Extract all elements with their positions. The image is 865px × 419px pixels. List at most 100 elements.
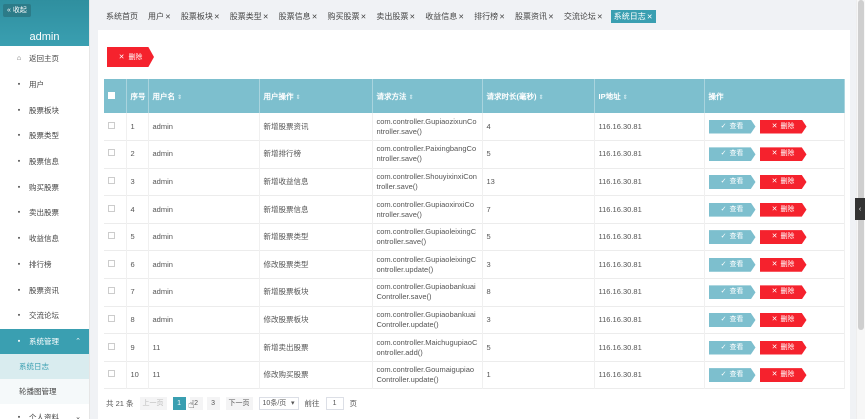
- select-all-checkbox-cell[interactable]: [104, 79, 127, 113]
- row-checkbox-cell[interactable]: [104, 361, 127, 389]
- select-all-checkbox[interactable]: [108, 91, 115, 99]
- close-icon[interactable]: ✕: [312, 14, 318, 21]
- header-method[interactable]: 请求方法 ⇕: [372, 79, 483, 113]
- close-icon[interactable]: ✕: [214, 14, 220, 21]
- goto-page-input[interactable]: 1: [325, 396, 344, 410]
- row-checkbox[interactable]: [108, 314, 115, 322]
- sidebar-item-0[interactable]: ⌂ 返回主页: [0, 46, 89, 72]
- sidebar-item-9[interactable]: ▪ 股票资讯: [0, 277, 89, 303]
- sidebar-item-8[interactable]: ▪ 排行榜: [0, 252, 89, 278]
- sidebar-item-6[interactable]: ▪ 卖出股票: [0, 200, 89, 226]
- tab-6[interactable]: 卖出股票✕: [374, 10, 417, 23]
- sidebar-subitem-0[interactable]: 系统日志: [0, 354, 89, 380]
- delete-button[interactable]: ✕ 删除: [759, 119, 807, 134]
- header-operation[interactable]: 用户操作 ⇕: [259, 79, 373, 113]
- row-checkbox[interactable]: [108, 232, 115, 240]
- row-checkbox-cell[interactable]: [104, 333, 127, 362]
- sidebar-item-10[interactable]: ▪ 交流论坛: [0, 303, 89, 329]
- view-button[interactable]: ✓ 查看: [708, 230, 756, 245]
- sidebar-item-11[interactable]: ▪ 系统管理 ⌃: [0, 328, 89, 355]
- tab-1[interactable]: 用户✕: [146, 10, 173, 23]
- page-number-1[interactable]: 1: [172, 396, 186, 410]
- close-icon[interactable]: ✕: [597, 14, 603, 21]
- view-button[interactable]: ✓ 查看: [708, 285, 756, 300]
- scroll-thumb[interactable]: [858, 0, 864, 330]
- row-checkbox-cell[interactable]: [104, 250, 127, 279]
- sidebar-item-3[interactable]: ▪ 股票类型: [0, 123, 89, 149]
- sort-icon[interactable]: ⇕: [623, 95, 628, 101]
- close-icon[interactable]: ✕: [548, 14, 554, 21]
- view-button[interactable]: ✓ 查看: [708, 147, 756, 162]
- close-icon[interactable]: ✕: [361, 14, 367, 21]
- tab-10[interactable]: 交流论坛✕: [562, 10, 605, 23]
- sort-icon[interactable]: ⇕: [539, 95, 544, 101]
- row-checkbox-cell[interactable]: [104, 278, 127, 307]
- close-icon[interactable]: ✕: [263, 14, 269, 21]
- row-checkbox-cell[interactable]: [104, 113, 127, 141]
- row-checkbox[interactable]: [108, 176, 115, 184]
- tab-0[interactable]: 系统首页: [104, 10, 140, 23]
- tab-4[interactable]: 股票信息✕: [277, 10, 320, 23]
- row-checkbox-cell[interactable]: [104, 168, 127, 196]
- delete-button[interactable]: ✕ 删除: [759, 202, 807, 217]
- sidebar-item-1[interactable]: ▪ 用户: [0, 72, 89, 98]
- tab-5[interactable]: 购买股票✕: [326, 10, 369, 23]
- view-button[interactable]: ✓ 查看: [708, 257, 756, 272]
- tab-9[interactable]: 股票资讯✕: [513, 10, 556, 23]
- header-username[interactable]: 用户名 ⇕: [148, 79, 260, 113]
- view-button[interactable]: ✓ 查看: [708, 119, 756, 134]
- sidebar-item-2[interactable]: ▪ 股票板块: [0, 97, 89, 123]
- tab-11[interactable]: 系统日志✕: [610, 9, 656, 23]
- delete-button[interactable]: ✕ 删除: [759, 174, 807, 189]
- row-checkbox-cell[interactable]: [104, 223, 127, 251]
- close-icon[interactable]: ✕: [409, 14, 415, 21]
- delete-button[interactable]: ✕ 删除: [759, 312, 807, 327]
- header-duration[interactable]: 请求时长(毫秒) ⇕: [482, 79, 595, 113]
- close-icon[interactable]: ✕: [165, 14, 171, 21]
- header-ip[interactable]: IP地址 ⇕: [594, 79, 705, 113]
- view-button[interactable]: ✓ 查看: [708, 202, 756, 217]
- sort-icon[interactable]: ⇕: [409, 95, 414, 101]
- collapse-button[interactable]: « 收起: [3, 4, 31, 17]
- row-checkbox[interactable]: [108, 287, 115, 295]
- row-checkbox[interactable]: [108, 204, 115, 212]
- sort-icon[interactable]: ⇕: [177, 95, 182, 101]
- delete-button[interactable]: ✕ 删除: [759, 147, 807, 162]
- tab-3[interactable]: 股票类型✕: [228, 10, 271, 23]
- close-icon[interactable]: ✕: [647, 14, 653, 21]
- sort-icon[interactable]: ⇕: [296, 95, 301, 101]
- row-checkbox-cell[interactable]: [104, 195, 127, 224]
- close-icon[interactable]: ✕: [499, 14, 505, 21]
- row-checkbox[interactable]: [108, 342, 115, 350]
- delete-button[interactable]: ✕ 删除: [759, 230, 807, 245]
- page-size-select[interactable]: 10条/页 ▾: [258, 396, 299, 410]
- delete-button[interactable]: ✕ 删除: [759, 340, 807, 355]
- sidebar-subitem-1[interactable]: 轮播图管理: [0, 379, 89, 405]
- close-icon[interactable]: ✕: [458, 14, 464, 21]
- chevron-left-icon[interactable]: ‹: [855, 198, 865, 220]
- next-page-button[interactable]: 下一页: [225, 396, 253, 410]
- row-checkbox[interactable]: [108, 259, 115, 267]
- tab-2[interactable]: 股票板块✕: [179, 10, 222, 23]
- row-checkbox-cell[interactable]: [104, 306, 127, 334]
- view-button[interactable]: ✓ 查看: [708, 368, 756, 383]
- view-button[interactable]: ✓ 查看: [708, 312, 756, 327]
- delete-button[interactable]: ✕ 删除: [759, 285, 807, 300]
- batch-delete-button[interactable]: ✕ 删除: [107, 47, 154, 67]
- delete-button[interactable]: ✕ 删除: [759, 257, 807, 272]
- row-checkbox[interactable]: [108, 149, 115, 157]
- delete-button[interactable]: ✕ 删除: [759, 368, 807, 383]
- prev-page-button[interactable]: 上一页: [139, 396, 167, 410]
- view-button[interactable]: ✓ 查看: [708, 340, 756, 355]
- page-number-3[interactable]: 3: [206, 396, 220, 410]
- tab-8[interactable]: 排行榜✕: [472, 10, 507, 23]
- row-checkbox[interactable]: [108, 370, 115, 378]
- sidebar-item-personal[interactable]: ▪ 个人资料 ⌄: [0, 404, 89, 419]
- row-checkbox-cell[interactable]: [104, 140, 127, 169]
- sidebar-item-7[interactable]: ▪ 收益信息: [0, 226, 89, 252]
- sidebar-item-5[interactable]: ▪ 购买股票: [0, 174, 89, 200]
- sidebar-item-4[interactable]: ▪ 股票信息: [0, 149, 89, 175]
- view-button[interactable]: ✓ 查看: [708, 174, 756, 189]
- row-checkbox[interactable]: [108, 121, 115, 129]
- tab-7[interactable]: 收益信息✕: [423, 10, 466, 23]
